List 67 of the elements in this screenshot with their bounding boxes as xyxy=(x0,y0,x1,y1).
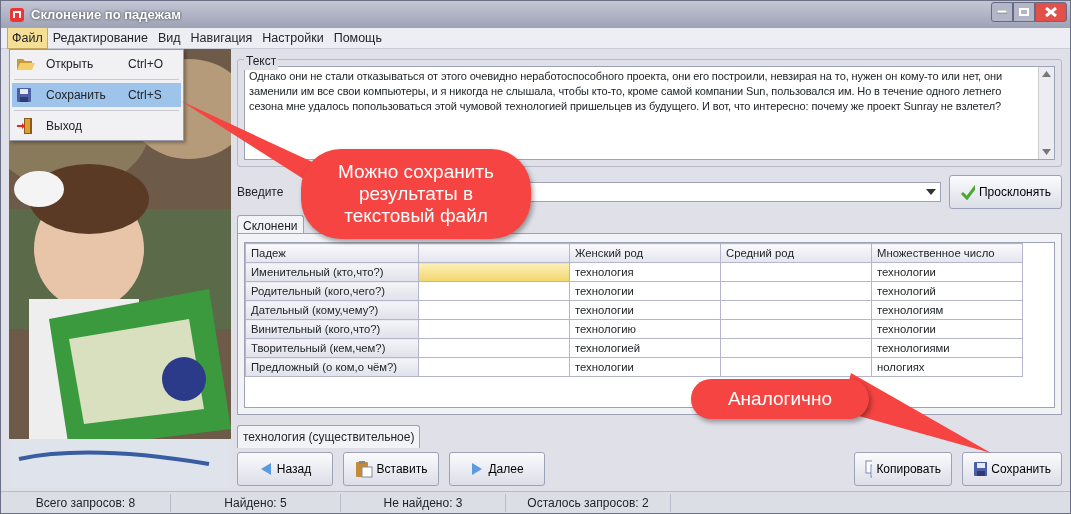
table-cell[interactable]: технологиям xyxy=(871,300,1023,320)
status-text: Найдено: 5 xyxy=(171,493,341,512)
menu-entry[interactable]: Открыть Ctrl+O xyxy=(12,52,181,76)
maximize-icon xyxy=(1019,7,1029,16)
dropdown-arrow-icon xyxy=(926,189,936,195)
callout-bubble: Можно сохранить результаты в текстовый файл xyxy=(301,149,531,239)
table-cell[interactable] xyxy=(720,262,872,282)
menu-entry[interactable]: Сохранить Ctrl+S xyxy=(12,83,181,107)
table-cell[interactable]: технологией xyxy=(569,338,721,358)
scrollbar[interactable] xyxy=(1038,67,1054,159)
status-text: Всего запросов: 8 xyxy=(1,493,171,512)
window-title: Склонение по падежам xyxy=(31,5,181,24)
table-cell[interactable] xyxy=(418,300,570,320)
table-cell[interactable] xyxy=(720,319,872,339)
table-cell[interactable]: нологиях xyxy=(871,357,1023,377)
menu-item[interactable]: Навигация xyxy=(185,26,258,50)
table-cell[interactable] xyxy=(720,338,872,358)
table-cell[interactable] xyxy=(418,338,570,358)
column-header: Падеж xyxy=(245,243,419,263)
minimize-button[interactable] xyxy=(991,1,1013,22)
table-cell[interactable]: технологии xyxy=(569,300,721,320)
menu-item[interactable]: Файл xyxy=(7,26,48,50)
column-header: Средний род xyxy=(720,243,872,263)
menu-entry[interactable]: Выход xyxy=(12,114,181,138)
maximize-button[interactable] xyxy=(1013,1,1035,22)
status-text: Осталось запросов: 2 xyxy=(506,493,671,512)
table-cell[interactable]: технологии xyxy=(569,357,721,377)
close-icon xyxy=(1045,6,1057,17)
folder-icon xyxy=(16,56,36,72)
table-cell[interactable] xyxy=(720,281,872,301)
minimize-icon xyxy=(997,9,1007,14)
table-cell[interactable]: технология xyxy=(569,262,721,282)
declension-tab[interactable]: Склонени xyxy=(237,215,304,233)
table-cell[interactable]: технологии xyxy=(569,281,721,301)
save-button[interactable]: Сохранить xyxy=(962,452,1062,486)
back-button[interactable]: Назад xyxy=(237,452,333,486)
table-cell[interactable]: технологии xyxy=(871,262,1023,282)
copy-button[interactable]: Копировать xyxy=(854,452,952,486)
table-cell[interactable]: технологиями xyxy=(871,338,1023,358)
table-cell[interactable] xyxy=(720,300,872,320)
column-header: Женский род xyxy=(569,243,721,263)
text-area[interactable]: Однако они не стали отказываться от этого очевидно неработоспособного проекта, они его построили, невзирая на то, нужен он кому-то или нет, они заменили им все свои компьютеры, и я никогда не слышала, чтобы кто-то, кроме самой компании Sun, пользовался им. Но в течение одного летнего сезона мне удалось попользоваться этой чумовой технологией пришельцев из будущего. И вот, что интересно: почему же проект Sunray не взлетел? xyxy=(244,66,1055,160)
table-cell[interactable]: технологию xyxy=(569,319,721,339)
menu-item[interactable]: Вид xyxy=(152,26,186,50)
table-cell[interactable] xyxy=(418,357,570,377)
clipboard-icon xyxy=(354,460,373,478)
callout-bubble: Аналогично xyxy=(691,379,869,419)
menu-item[interactable]: Помощь xyxy=(328,26,387,50)
word-tab[interactable]: технология (существительное) xyxy=(237,425,421,448)
table-cell[interactable] xyxy=(418,319,570,339)
table-cell[interactable]: технологий xyxy=(871,281,1023,301)
table-cell[interactable] xyxy=(418,281,570,301)
copy-icon xyxy=(865,460,873,478)
close-button[interactable] xyxy=(1035,1,1067,22)
menu-item[interactable]: Настройки xyxy=(257,26,329,50)
decline-button[interactable]: Просклонять xyxy=(949,175,1062,209)
next-button[interactable]: Далее xyxy=(449,452,545,486)
paste-button[interactable]: Вставить xyxy=(343,452,439,486)
exit-door-icon xyxy=(16,117,34,135)
table-cell[interactable]: технологии xyxy=(871,319,1023,339)
status-text: Не найдено: 3 xyxy=(341,493,506,512)
app-icon xyxy=(9,6,25,23)
checkmark-icon xyxy=(960,184,975,200)
column-header: Множественное число xyxy=(871,243,1023,263)
input-label: Введите xyxy=(237,184,285,201)
menu-item[interactable]: Редактирование xyxy=(47,26,153,50)
table-cell[interactable] xyxy=(720,357,872,377)
